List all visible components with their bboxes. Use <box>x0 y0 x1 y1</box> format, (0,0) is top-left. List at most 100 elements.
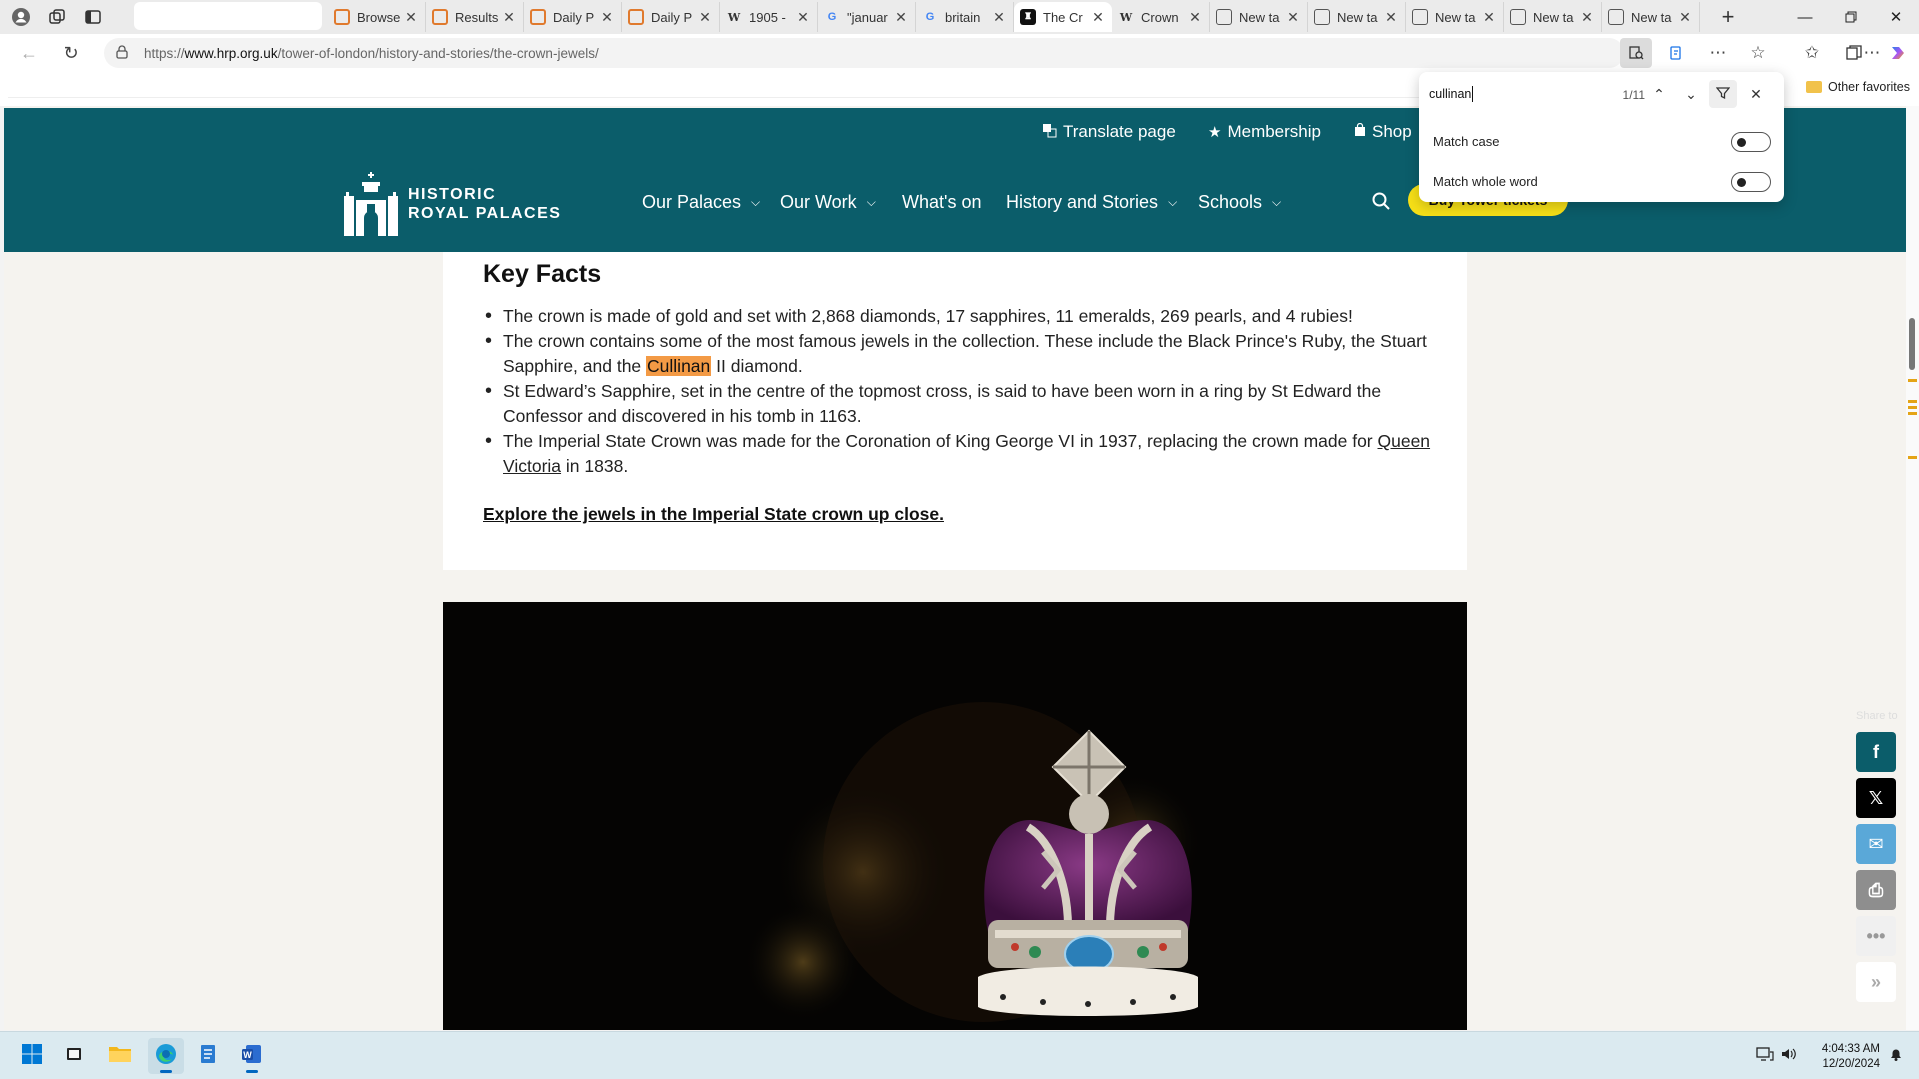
notepad-icon <box>198 1043 218 1070</box>
new-tab-icon <box>1608 9 1624 25</box>
close-window-icon[interactable]: ✕ <box>1873 0 1919 34</box>
nav-history-and-stories[interactable]: History and Stories ⌵ <box>1006 192 1177 213</box>
favorite-star-icon[interactable]: ☆ <box>1742 38 1774 68</box>
system-clock[interactable]: 4:04:33 AM 12/20/2024 <box>1808 1042 1880 1072</box>
previous-match-button[interactable]: ⌃ <box>1645 80 1673 108</box>
minimize-icon[interactable]: — <box>1782 0 1828 34</box>
collapse-share-button[interactable]: » <box>1856 962 1896 1002</box>
translate-link[interactable]: Translate page <box>1042 122 1176 142</box>
tab[interactable]: Browse ✕ <box>328 2 426 32</box>
back-icon[interactable]: ← <box>14 38 44 68</box>
start-button[interactable] <box>14 1038 50 1074</box>
close-tab-icon[interactable]: ✕ <box>1481 9 1497 26</box>
copilot-icon[interactable] <box>1882 38 1914 68</box>
next-match-button[interactable]: ⌄ <box>1677 80 1705 108</box>
restore-icon[interactable] <box>1828 0 1874 34</box>
hrp-logo[interactable]: HISTORIC ROYAL PALACES <box>342 170 561 238</box>
match-case-toggle[interactable] <box>1731 132 1771 152</box>
share-facebook-button[interactable]: f <box>1856 732 1896 772</box>
shop-link[interactable]: Shop <box>1354 122 1412 142</box>
tab[interactable]: Results ✕ <box>426 2 524 32</box>
tab-label: Daily P <box>651 9 693 25</box>
print-button[interactable]: ⎙ <box>1856 870 1896 910</box>
extensions-icon[interactable]: ⋯ <box>1702 38 1734 68</box>
close-tab-icon[interactable]: ✕ <box>1090 9 1106 26</box>
vertical-tabs-icon[interactable] <box>78 2 108 32</box>
close-tab-icon[interactable]: ✕ <box>893 9 909 26</box>
profile-icon[interactable] <box>6 2 36 32</box>
read-aloud-icon[interactable] <box>1660 38 1692 68</box>
crown-gate-logo-icon <box>342 170 400 238</box>
page-scrollbar[interactable] <box>1906 106 1919 1030</box>
close-tab-icon[interactable]: ✕ <box>501 9 517 26</box>
taskbar-app-edge[interactable] <box>148 1038 184 1074</box>
more-share-button[interactable]: ••• <box>1856 916 1896 956</box>
favorites-icon[interactable]: ✩ <box>1796 38 1828 68</box>
find-options-button[interactable] <box>1709 80 1737 108</box>
tab[interactable]: New ta ✕ <box>1504 2 1602 32</box>
close-tab-icon[interactable]: ✕ <box>1285 9 1301 26</box>
share-email-button[interactable]: ✉ <box>1856 824 1896 864</box>
tab[interactable]: Daily P ✕ <box>524 2 622 32</box>
tab-active[interactable]: ♜ The Cr ✕ <box>1014 2 1112 32</box>
address-bar[interactable]: https://www.hrp.org.uk/tower-of-london/h… <box>104 38 1624 68</box>
explore-crown-link[interactable]: Explore the jewels in the Imperial State… <box>483 504 944 525</box>
tab[interactable]: W 1905 - ✕ <box>720 2 818 32</box>
url-host: www.hrp.org.uk <box>184 45 278 61</box>
lock-icon[interactable] <box>116 44 144 62</box>
notification-bell-icon[interactable] <box>1888 1046 1904 1066</box>
logo-line-2: ROYAL PALACES <box>408 205 562 222</box>
tab[interactable]: New ta ✕ <box>1308 2 1406 32</box>
share-x-button[interactable]: 𝕏 <box>1856 778 1896 818</box>
close-tab-icon[interactable]: ✕ <box>697 9 713 26</box>
tab-search-field[interactable] <box>134 2 322 30</box>
tab-label: 1905 - <box>749 9 786 25</box>
taskbar-app[interactable] <box>102 1038 138 1074</box>
taskbar-app-word[interactable]: W <box>234 1038 270 1074</box>
other-favorites[interactable]: Other favorites <box>1806 80 1910 94</box>
nav-whats-on[interactable]: What's on <box>902 192 981 213</box>
close-find-button[interactable]: ✕ <box>1742 80 1770 108</box>
find-match-marker <box>1908 400 1917 403</box>
close-tab-icon[interactable]: ✕ <box>1579 9 1595 26</box>
taskbar-app[interactable] <box>190 1038 226 1074</box>
new-tab-button[interactable]: + <box>1714 3 1742 31</box>
close-tab-icon[interactable]: ✕ <box>991 9 1007 26</box>
scrollbar-thumb[interactable] <box>1909 318 1915 370</box>
tab[interactable]: Gbritain ✕ <box>916 2 1014 32</box>
tab-label: "januar <box>847 9 888 25</box>
chevron-down-icon: ⌵ <box>1168 195 1178 209</box>
windows-logo-icon <box>21 1043 43 1070</box>
history-icon <box>432 9 448 25</box>
match-case-label: Match case <box>1433 134 1500 149</box>
tab[interactable]: W Crown ✕ <box>1112 2 1210 32</box>
nav-our-palaces[interactable]: Our Palaces ⌵ <box>642 192 760 213</box>
tab[interactable]: New ta ✕ <box>1210 2 1308 32</box>
close-tab-icon[interactable]: ✕ <box>1677 9 1693 26</box>
envelope-icon: ✉ <box>1868 833 1884 854</box>
close-tab-icon[interactable]: ✕ <box>599 9 615 26</box>
membership-link[interactable]: ★ Membership <box>1208 122 1321 142</box>
tab[interactable]: Daily P ✕ <box>622 2 720 32</box>
taskbar-app[interactable] <box>56 1038 92 1074</box>
close-tab-icon[interactable]: ✕ <box>1187 9 1203 26</box>
tab[interactable]: New ta ✕ <box>1602 2 1700 32</box>
network-icon[interactable] <box>1756 1046 1774 1066</box>
facebook-icon: f <box>1873 741 1879 762</box>
match-whole-word-toggle[interactable] <box>1731 172 1771 192</box>
site-search-button[interactable] <box>1364 186 1398 220</box>
word-icon: W <box>241 1043 263 1070</box>
tab[interactable]: G "januar ✕ <box>818 2 916 32</box>
find-in-page-icon[interactable] <box>1620 38 1652 68</box>
volume-icon[interactable] <box>1780 1046 1798 1066</box>
workspaces-icon[interactable] <box>42 2 72 32</box>
close-tab-icon[interactable]: ✕ <box>403 9 419 26</box>
refresh-icon[interactable]: ↻ <box>56 38 86 68</box>
tab[interactable]: New ta ✕ <box>1406 2 1504 32</box>
new-tab-icon <box>1510 9 1526 25</box>
nav-our-work[interactable]: Our Work ⌵ <box>780 192 876 213</box>
close-tab-icon[interactable]: ✕ <box>1383 9 1399 26</box>
star-icon: ★ <box>1208 124 1222 141</box>
close-tab-icon[interactable]: ✕ <box>795 9 811 26</box>
nav-schools[interactable]: Schools ⌵ <box>1198 192 1281 213</box>
